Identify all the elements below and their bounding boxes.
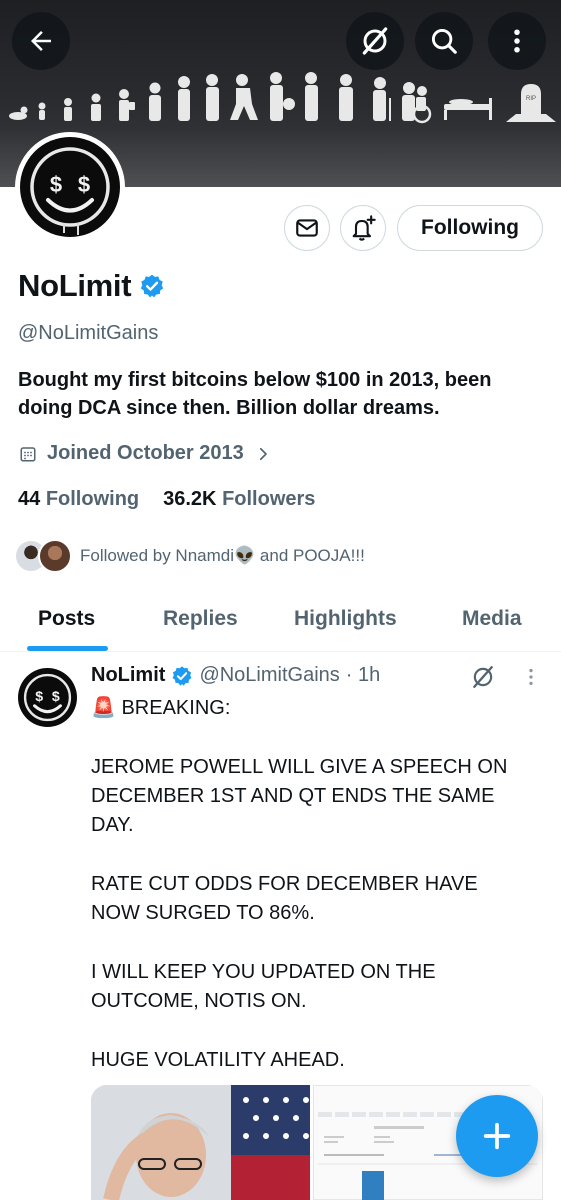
followers-count: 36.2K <box>163 488 217 510</box>
search-icon <box>431 28 457 54</box>
back-arrow-icon <box>31 31 51 51</box>
plus-icon <box>483 1122 511 1150</box>
message-button[interactable] <box>284 205 330 251</box>
followers-count-link[interactable]: 36.2K Followers <box>163 488 315 511</box>
back-button[interactable] <box>12 12 70 70</box>
verified-badge-icon[interactable] <box>139 273 165 299</box>
post-text-paragraph-3: I WILL KEEP YOU UPDATED ON THE OUTCOME, … <box>91 961 436 1012</box>
active-tab-indicator <box>27 646 108 651</box>
followed-by-text-rest: and POOJA!!! <box>255 546 365 565</box>
tab-highlights[interactable]: Highlights <box>294 607 397 631</box>
post-time: · 1h <box>345 664 381 686</box>
svg-text:$: $ <box>50 172 62 197</box>
post-text-paragraph-1: JEROME POWELL WILL GIVE A SPEECH ON DECE… <box>91 756 508 836</box>
post-text-paragraph-4: HUGE VOLATILITY AHEAD. <box>91 1049 345 1071</box>
search-button[interactable] <box>415 12 473 70</box>
evolution-of-life-illustration: RIP <box>9 72 556 124</box>
display-name-row: NoLimit <box>18 268 165 304</box>
chevron-right-icon <box>259 447 267 460</box>
verified-badge-icon <box>172 665 192 686</box>
post-more-icon[interactable] <box>520 666 542 688</box>
more-button[interactable] <box>488 12 546 70</box>
display-name: NoLimit <box>18 268 132 303</box>
notifications-button[interactable] <box>340 205 386 251</box>
tab-posts[interactable]: Posts <box>38 607 95 631</box>
post-author-name[interactable]: NoLimit <box>91 664 165 687</box>
post-text-breaking: 🚨 BREAKING: <box>91 697 231 719</box>
followed-by-text: Followed by Nnamdi <box>80 546 235 565</box>
post-header: NoLimit @NoLimitGains · 1h <box>91 664 380 687</box>
profile-tabs: Posts Replies Highlights Media <box>0 590 561 652</box>
grok-button[interactable] <box>346 12 404 70</box>
profile-bio: Bought my first bitcoins below $100 in 2… <box>18 369 492 419</box>
grok-icon[interactable] <box>470 664 496 690</box>
photo-placeholder <box>91 1085 310 1200</box>
envelope-icon <box>296 219 318 237</box>
following-count-link[interactable]: 44 Following <box>18 488 139 511</box>
follower-avatar-2 <box>38 539 72 573</box>
more-vertical-icon <box>514 29 520 53</box>
followers-label: Followers <box>222 488 316 510</box>
following-label: Following <box>45 488 140 510</box>
follow-counts: 44 Following 36.2K Followers <box>18 488 315 511</box>
svg-text:$: $ <box>52 689 60 705</box>
joined-date-row[interactable]: Joined October 2013 <box>19 442 272 465</box>
post-author-avatar[interactable]: $ $ <box>18 668 77 727</box>
calendar-icon <box>20 446 36 461</box>
tab-media[interactable]: Media <box>462 607 522 631</box>
following-button[interactable]: Following <box>397 205 543 251</box>
svg-text:$: $ <box>35 689 43 705</box>
tab-replies[interactable]: Replies <box>163 607 238 631</box>
grok-icon <box>362 27 388 55</box>
following-count: 44 <box>18 488 41 510</box>
followed-by-row[interactable]: Followed by Nnamdi 👽 and POOJA!!! <box>14 539 365 573</box>
bell-plus-icon <box>352 215 376 241</box>
post-author-handle[interactable]: @NoLimitGains <box>199 664 339 687</box>
profile-avatar[interactable]: $ $ <box>15 132 125 242</box>
tombstone-text: RIP <box>526 96 536 102</box>
profile-handle: @NoLimitGains <box>18 322 159 344</box>
post-text-paragraph-2: RATE CUT ODDS FOR DECEMBER HAVE NOW SURG… <box>91 873 478 924</box>
alien-emoji: 👽 <box>234 546 256 565</box>
smiley-dollar-logo: $ $ <box>30 147 110 235</box>
post-image-1[interactable] <box>91 1085 310 1200</box>
svg-text:$: $ <box>78 172 90 197</box>
joined-date: Joined October 2013 <box>47 442 244 464</box>
smiley-dollar-logo: $ $ <box>23 673 72 722</box>
compose-post-button[interactable] <box>456 1095 538 1177</box>
